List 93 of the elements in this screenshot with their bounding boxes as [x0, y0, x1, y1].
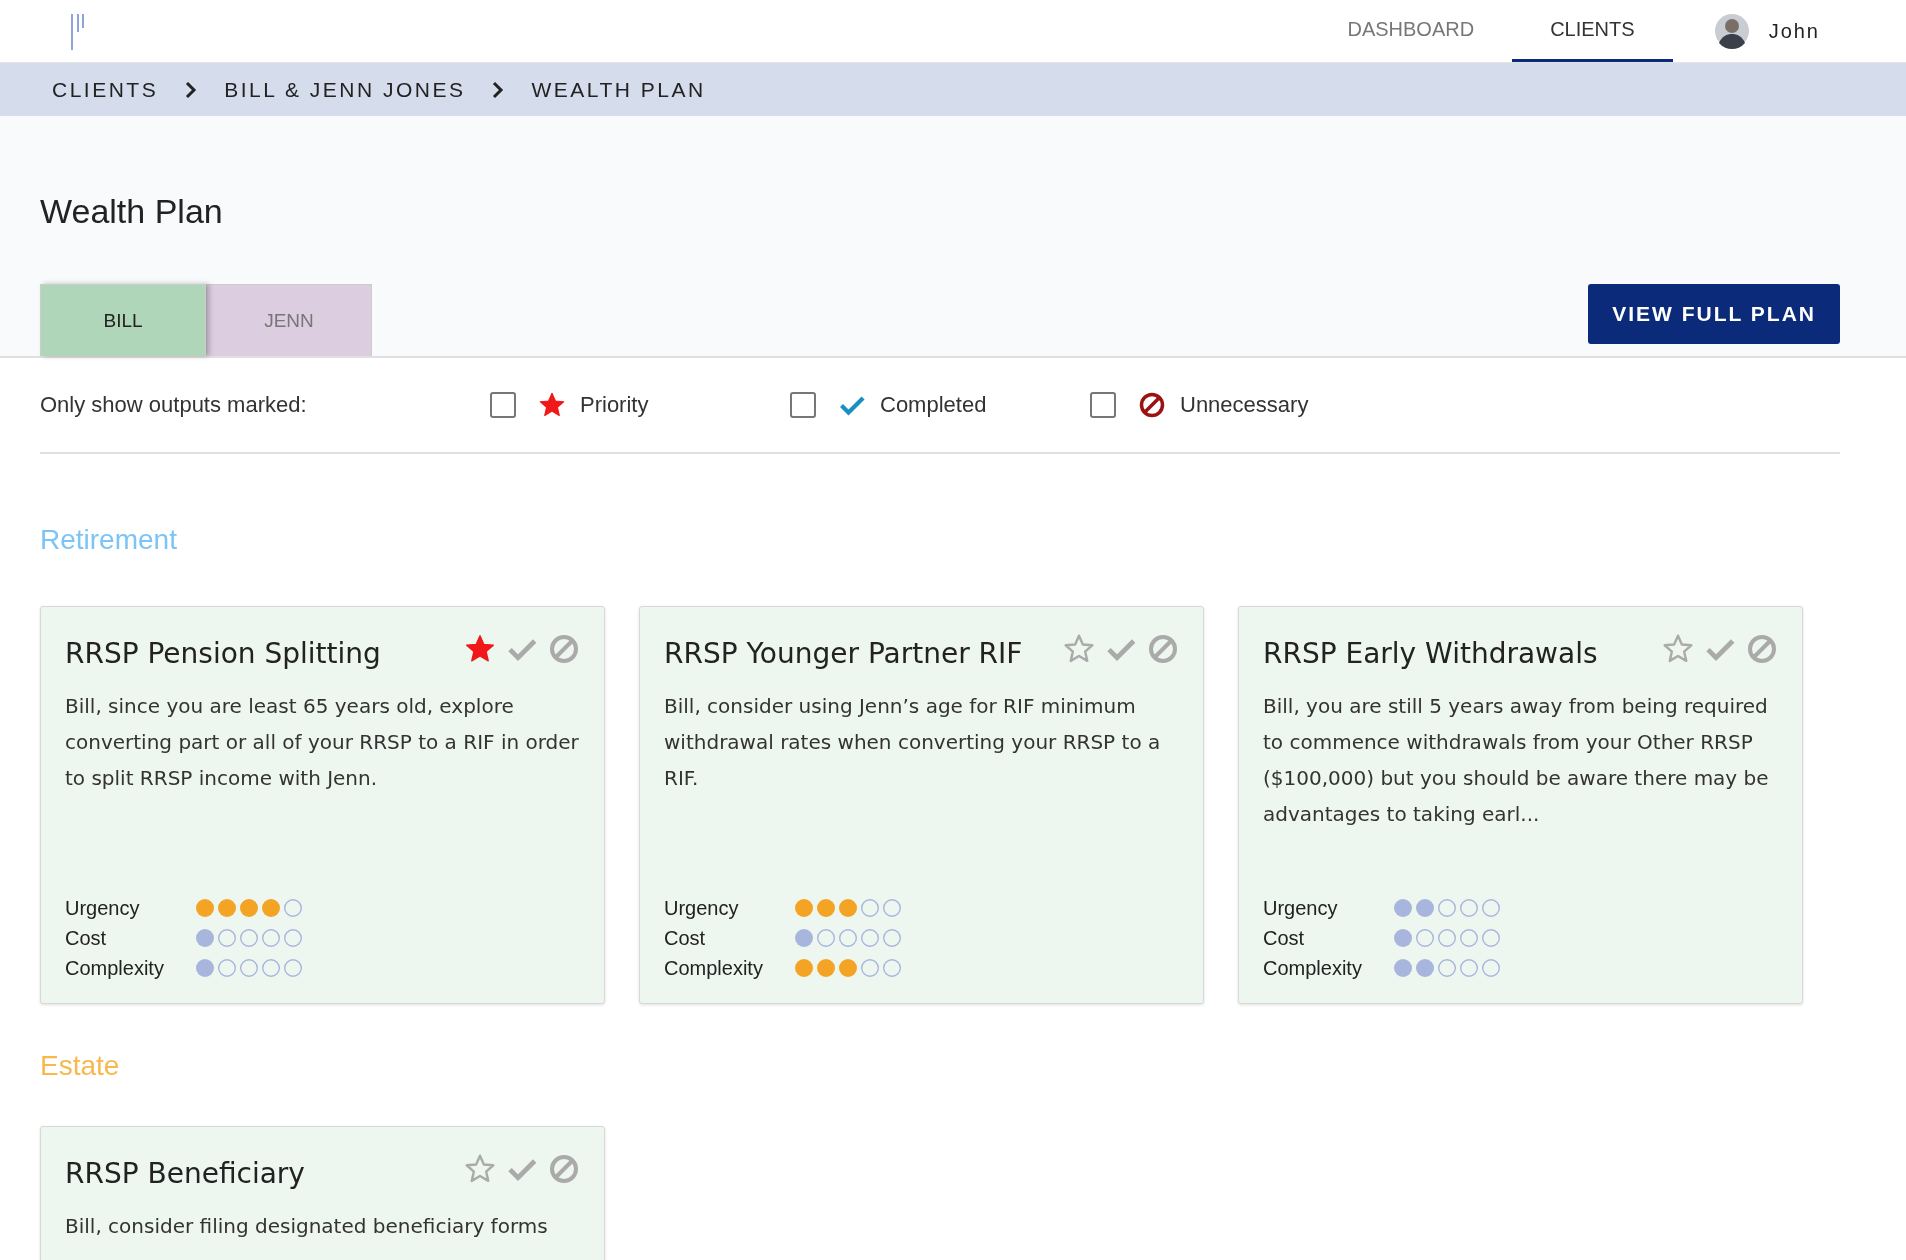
- prohibited-icon[interactable]: [1746, 633, 1778, 665]
- card-text: Bill, you are still 5 years away from being required to commence withdrawals from your Other RRSP ($100,000) but you should be aware there may be advantages to taking earl...: [1263, 693, 1770, 828]
- rating-dot: [239, 928, 259, 948]
- rating-label: Cost: [664, 926, 707, 950]
- checkbox[interactable]: [1090, 392, 1116, 418]
- card-title: RRSP Beneficiary: [65, 1157, 305, 1190]
- person-tab[interactable]: BILL: [40, 284, 206, 356]
- section-title: Estate: [40, 1050, 121, 1082]
- rating-dot: [261, 958, 281, 978]
- rating-dot: [794, 928, 814, 948]
- avatar-icon[interactable]: [1714, 11, 1749, 51]
- rating-dot: [816, 958, 836, 978]
- logo-icon[interactable]: [70, 12, 86, 50]
- rating-label: Cost: [1263, 926, 1306, 950]
- rating-label: Urgency: [1263, 896, 1339, 920]
- rating-dot: [217, 958, 237, 978]
- rating-dot: [1393, 928, 1413, 948]
- rating-dot: [838, 898, 858, 918]
- filter-option-label[interactable]: Unnecessary: [1180, 392, 1309, 418]
- chevron-icon: [184, 80, 199, 99]
- rating-dot: [1437, 928, 1457, 948]
- view-full-plan-button[interactable]: VIEW FULL PLAN: [1588, 284, 1840, 344]
- rating-dot: [1481, 928, 1501, 948]
- rating-dot: [239, 898, 259, 918]
- rating-label: Complexity: [664, 956, 764, 980]
- breadcrumb-link[interactable]: CLIENTS: [52, 77, 159, 102]
- user-name[interactable]: John: [1768, 19, 1820, 43]
- rating-dot: [882, 928, 902, 948]
- rating-dot: [838, 928, 858, 948]
- rating-dot: [1437, 898, 1457, 918]
- rating-dot: [261, 928, 281, 948]
- card-title: RRSP Younger Partner RIF: [664, 637, 1023, 670]
- rating-dot: [283, 898, 303, 918]
- card-text: Bill, consider using Jenn’s age for RIF minimum withdrawal rates when converting your RRSP to a RIF.: [664, 693, 1162, 792]
- rating-label: Complexity: [1263, 956, 1363, 980]
- prohibited-icon[interactable]: [548, 633, 580, 665]
- rating-dot: [217, 928, 237, 948]
- rating-dot: [860, 958, 880, 978]
- page-title: Wealth Plan: [40, 191, 224, 232]
- rating-dot: [195, 928, 215, 948]
- checkbox[interactable]: [490, 392, 516, 418]
- chevron-icon: [491, 80, 506, 99]
- rating-dot: [838, 958, 858, 978]
- card-title: RRSP Early Withdrawals: [1263, 637, 1598, 670]
- filter-label: Only show outputs marked:: [40, 392, 308, 418]
- nav-tab[interactable]: DASHBOARD: [1309, 0, 1513, 62]
- rating-dot: [1481, 898, 1501, 918]
- rating-dot: [882, 958, 902, 978]
- card-text: Bill, since you are least 65 years old, explore converting part or all of your RRSP to a RIF in order to split RRSP income with Jenn.: [65, 693, 580, 792]
- prohibited-icon[interactable]: [1147, 633, 1179, 665]
- rating-dot: [860, 898, 880, 918]
- rating-dot: [1481, 958, 1501, 978]
- breadcrumb-link[interactable]: WEALTH PLAN: [531, 77, 706, 102]
- rating-dot: [882, 898, 902, 918]
- star-icon[interactable]: [1063, 633, 1095, 665]
- star-icon[interactable]: [1662, 633, 1694, 665]
- star-icon: [538, 391, 566, 419]
- breadcrumb-link[interactable]: BILL & JENN JONES: [224, 77, 466, 102]
- rating-dot: [195, 958, 215, 978]
- rating-dot: [816, 928, 836, 948]
- rating-dot: [217, 898, 237, 918]
- filter-option-label[interactable]: Priority: [580, 392, 649, 418]
- rating-dot: [1415, 898, 1435, 918]
- rating-dot: [261, 898, 281, 918]
- rating-dot: [794, 898, 814, 918]
- star-icon[interactable]: [464, 1153, 496, 1185]
- rating-dot: [1393, 898, 1413, 918]
- star-icon[interactable]: [464, 633, 496, 665]
- card-text: Bill, consider filing designated beneficiary forms: [65, 1213, 549, 1240]
- rating-dot: [794, 958, 814, 978]
- rating-dot: [283, 958, 303, 978]
- rating-dot: [1415, 958, 1435, 978]
- rating-dot: [283, 928, 303, 948]
- prohibited-icon[interactable]: [548, 1153, 580, 1185]
- prohibited-icon: [1138, 391, 1166, 419]
- rating-dot: [195, 898, 215, 918]
- rating-dot: [1459, 928, 1479, 948]
- rating-label: Urgency: [65, 896, 141, 920]
- rating-dot: [816, 898, 836, 918]
- filter-option-label[interactable]: Completed: [880, 392, 987, 418]
- rating-label: Cost: [65, 926, 108, 950]
- checkbox[interactable]: [790, 392, 816, 418]
- rating-dot: [1459, 958, 1479, 978]
- rating-dot: [239, 958, 259, 978]
- rating-dot: [1415, 928, 1435, 948]
- rating-label: Complexity: [65, 956, 165, 980]
- section-title: Retirement: [40, 524, 178, 556]
- card-title: RRSP Pension Splitting: [65, 637, 381, 670]
- rating-dot: [1437, 958, 1457, 978]
- rating-label: Urgency: [664, 896, 740, 920]
- rating-dot: [860, 928, 880, 948]
- rating-dot: [1393, 958, 1413, 978]
- rating-dot: [1459, 898, 1479, 918]
